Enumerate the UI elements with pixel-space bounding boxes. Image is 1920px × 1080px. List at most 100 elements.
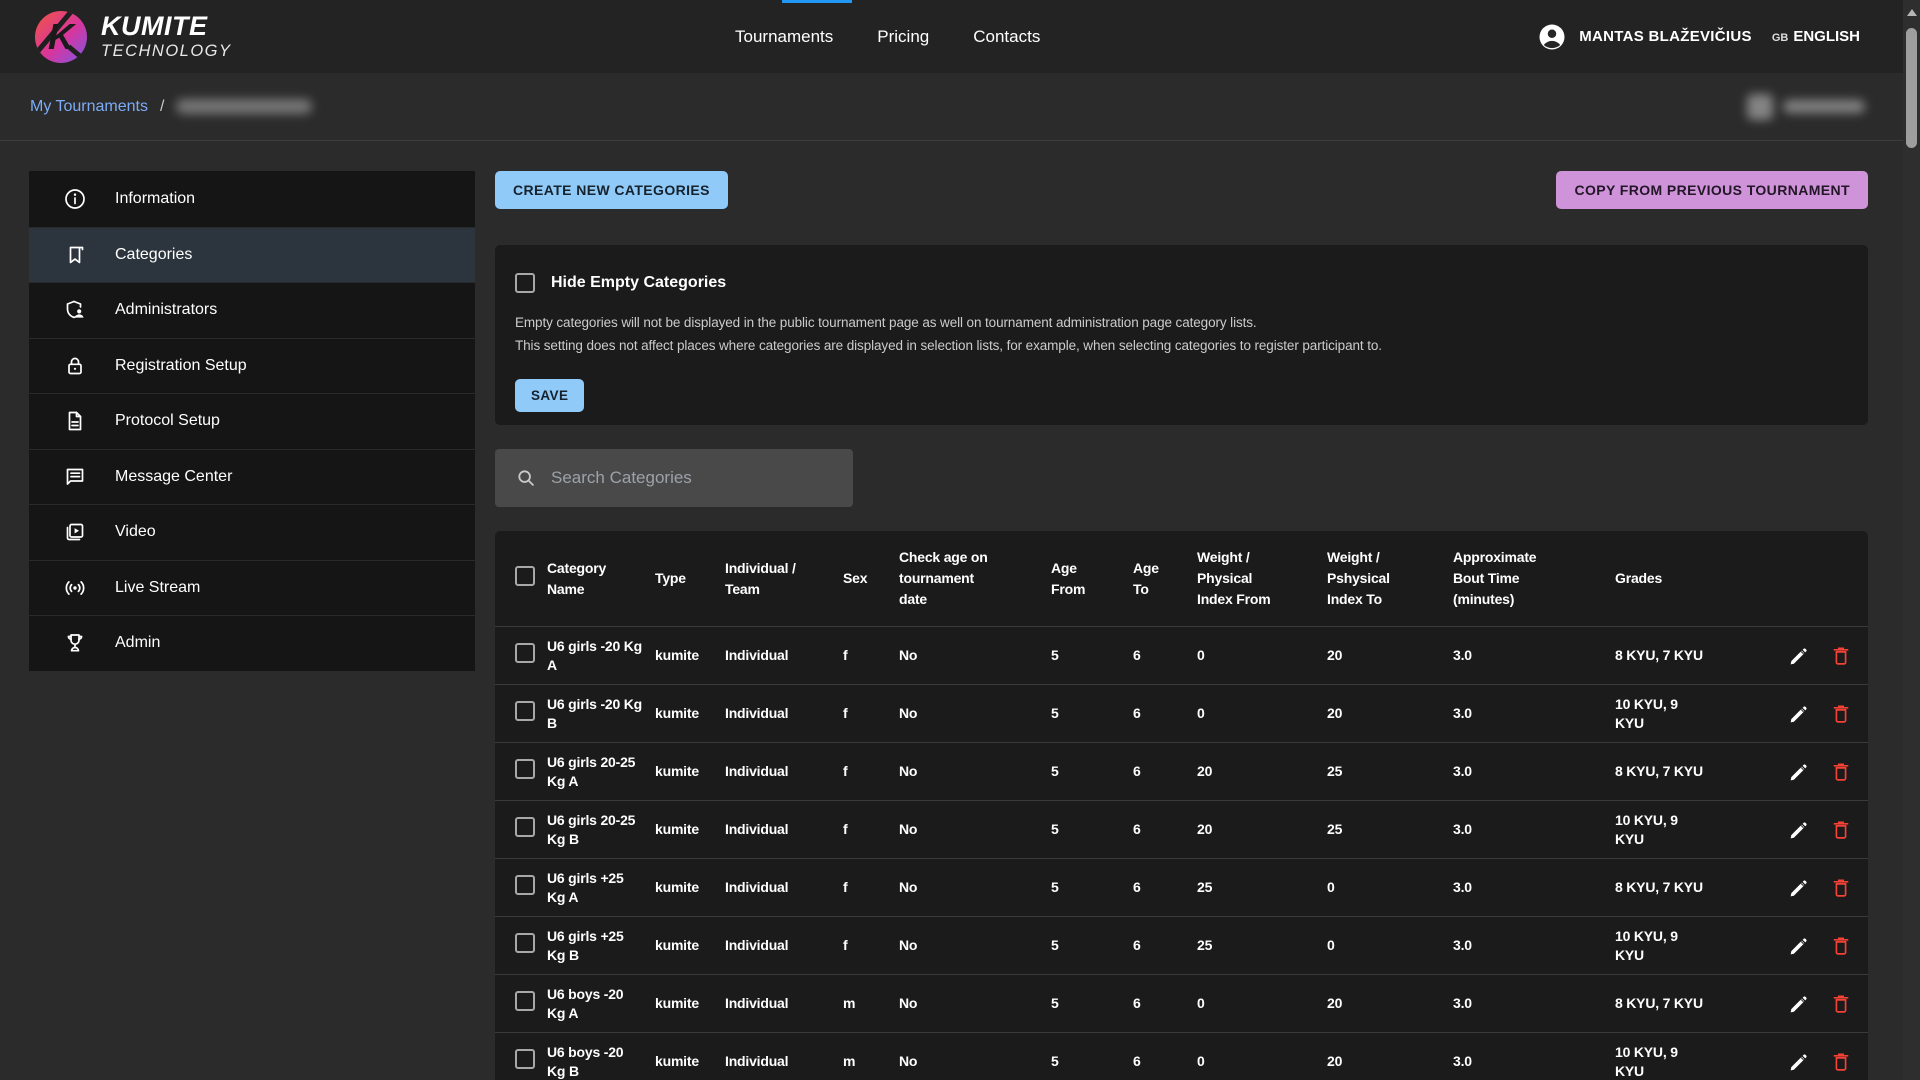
sidebar-item-registration-setup[interactable]: Registration Setup <box>29 338 475 394</box>
search-categories-box <box>495 449 853 507</box>
brand-subtitle: TECHNOLOGY <box>101 42 232 61</box>
breadcrumb-my-tournaments[interactable]: My Tournaments <box>30 98 148 116</box>
cell-check-age: No <box>899 1033 1051 1080</box>
delete-icon[interactable] <box>1830 877 1852 899</box>
cell-age-from: 5 <box>1051 975 1133 1033</box>
cell-name: U6 girls -20 Kg B <box>547 685 655 743</box>
cell-grades: 10 KYU, 9 KYU <box>1615 685 1715 743</box>
cell-grades: 8 KYU, 7 KYU <box>1615 743 1715 801</box>
cell-individual-team: Individual <box>725 917 843 975</box>
edit-icon[interactable] <box>1788 935 1810 957</box>
delete-icon[interactable] <box>1830 761 1852 783</box>
delete-icon[interactable] <box>1830 703 1852 725</box>
column-header: Weight /PshysicalIndex To <box>1327 531 1453 627</box>
sidebar-item-live-stream[interactable]: Live Stream <box>29 560 475 616</box>
edit-icon[interactable] <box>1788 645 1810 667</box>
nav-item-tournaments[interactable]: Tournaments <box>735 27 833 47</box>
scrollbar-thumb[interactable] <box>1906 28 1917 148</box>
calendar-icon <box>1747 94 1773 120</box>
cell-type: kumite <box>655 801 725 859</box>
delete-icon[interactable] <box>1830 935 1852 957</box>
cell-sex: f <box>843 685 899 743</box>
cell-individual-team: Individual <box>725 859 843 917</box>
cell-age-from: 5 <box>1051 627 1133 685</box>
cell-type: kumite <box>655 743 725 801</box>
cell-check-age: No <box>899 801 1051 859</box>
cell-weight-from: 25 <box>1197 859 1327 917</box>
sidebar-item-categories[interactable]: Categories <box>29 227 475 283</box>
cell-weight-to: 20 <box>1327 975 1453 1033</box>
delete-icon[interactable] <box>1830 819 1852 841</box>
row-checkbox[interactable] <box>515 643 535 663</box>
scrollbar[interactable] <box>1903 0 1920 1080</box>
scroll-up-arrow-icon[interactable] <box>1907 9 1917 16</box>
row-checkbox[interactable] <box>515 817 535 837</box>
sidebar-item-admin[interactable]: Admin <box>29 615 475 671</box>
user-menu[interactable]: MANTAS BLAŽEVIČIUS GB ENGLISH <box>1537 22 1860 52</box>
row-checkbox[interactable] <box>515 933 535 953</box>
cell-weight-from: 25 <box>1197 917 1327 975</box>
brand-name: KUMITE <box>101 12 232 40</box>
edit-icon[interactable] <box>1788 993 1810 1015</box>
language-selector[interactable]: GB ENGLISH <box>1772 28 1860 45</box>
cell-check-age: No <box>899 685 1051 743</box>
cell-sex: f <box>843 917 899 975</box>
cell-age-from: 5 <box>1051 743 1133 801</box>
cell-type: kumite <box>655 627 725 685</box>
column-header: AgeTo <box>1133 531 1197 627</box>
search-categories-input[interactable] <box>551 468 839 488</box>
nav-item-pricing[interactable]: Pricing <box>877 27 929 47</box>
message-icon <box>63 465 87 489</box>
create-new-categories-button[interactable]: CREATE NEW CATEGORIES <box>495 171 728 209</box>
cell-age-from: 5 <box>1051 685 1133 743</box>
redacted-date-badge <box>1747 94 1865 120</box>
sidebar-item-label: Admin <box>115 634 160 652</box>
cell-type: kumite <box>655 1033 725 1080</box>
row-checkbox[interactable] <box>515 875 535 895</box>
content-area: Information Categories Administrators Re… <box>29 171 1868 1080</box>
document-icon <box>63 409 87 433</box>
sidebar-item-video[interactable]: Video <box>29 504 475 560</box>
cell-weight-from: 0 <box>1197 1033 1327 1080</box>
delete-icon[interactable] <box>1830 1051 1852 1073</box>
sidebar-item-protocol-setup[interactable]: Protocol Setup <box>29 393 475 449</box>
cell-bout-time: 3.0 <box>1453 917 1615 975</box>
cell-sex: f <box>843 743 899 801</box>
hide-empty-categories-checkbox[interactable] <box>515 273 535 293</box>
cell-type: kumite <box>655 917 725 975</box>
row-checkbox[interactable] <box>515 701 535 721</box>
delete-icon[interactable] <box>1830 645 1852 667</box>
redacted-tournament-name <box>176 99 312 114</box>
row-checkbox[interactable] <box>515 1049 535 1069</box>
sidebar-item-information[interactable]: Information <box>29 171 475 227</box>
copy-from-previous-tournament-button[interactable]: COPY FROM PREVIOUS TOURNAMENT <box>1556 171 1868 209</box>
sidebar-item-label: Information <box>115 190 195 208</box>
row-checkbox[interactable] <box>515 991 535 1011</box>
column-header: Weight /PhysicalIndex From <box>1197 531 1327 627</box>
select-all-checkbox[interactable] <box>515 566 535 586</box>
table-row: U6 girls +25 Kg B kumite Individual f No… <box>495 917 1868 975</box>
row-checkbox[interactable] <box>515 759 535 779</box>
cell-name: U6 girls 20-25 Kg A <box>547 743 655 801</box>
edit-icon[interactable] <box>1788 703 1810 725</box>
hide-empty-description-line1: Empty categories will not be displayed i… <box>515 311 1844 334</box>
nav-item-contacts[interactable]: Contacts <box>973 27 1040 47</box>
cell-individual-team: Individual <box>725 1033 843 1080</box>
cell-name: U6 girls +25 Kg B <box>547 917 655 975</box>
video-icon <box>63 520 87 544</box>
edit-icon[interactable] <box>1788 877 1810 899</box>
edit-icon[interactable] <box>1788 1051 1810 1073</box>
brand-logo[interactable]: K KUMITE TECHNOLOGY <box>35 11 232 63</box>
cell-sex: f <box>843 801 899 859</box>
cell-name: U6 girls -20 Kg A <box>547 627 655 685</box>
edit-icon[interactable] <box>1788 819 1810 841</box>
sidebar-item-message-center[interactable]: Message Center <box>29 449 475 505</box>
edit-icon[interactable] <box>1788 761 1810 783</box>
save-button[interactable]: SAVE <box>515 379 584 412</box>
cell-age-from: 5 <box>1051 801 1133 859</box>
lock-icon <box>63 354 87 378</box>
sidebar-item-administrators[interactable]: Administrators <box>29 282 475 338</box>
cell-bout-time: 3.0 <box>1453 685 1615 743</box>
delete-icon[interactable] <box>1830 993 1852 1015</box>
cell-name: U6 boys -20 Kg B <box>547 1033 655 1080</box>
